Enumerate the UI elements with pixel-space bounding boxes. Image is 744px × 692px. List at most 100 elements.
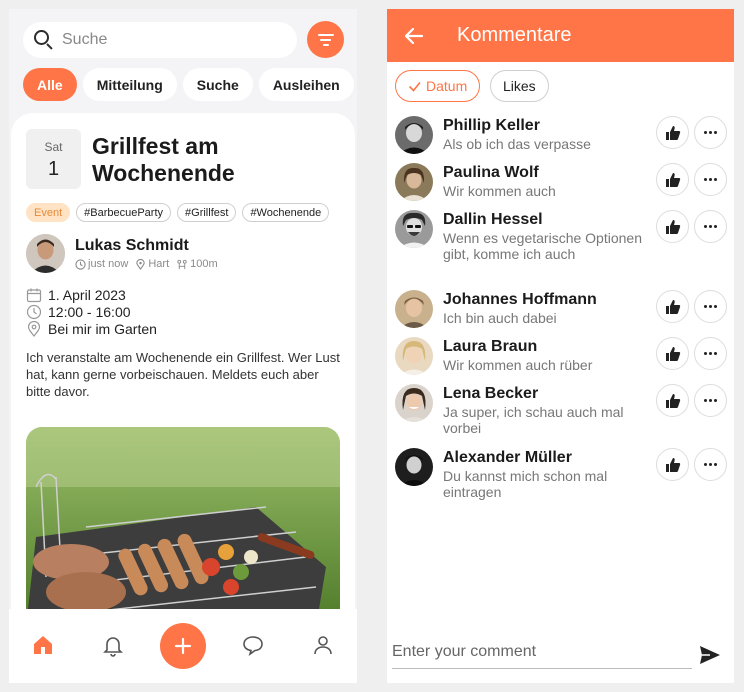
comment-text: Wenn es vegetarische Optionen gibt, komm… bbox=[443, 230, 642, 262]
home-icon[interactable] bbox=[31, 633, 55, 657]
chat-icon[interactable] bbox=[241, 633, 265, 657]
comment-input[interactable]: Enter your comment bbox=[392, 643, 692, 669]
commenter-avatar[interactable] bbox=[395, 210, 433, 248]
more-options-button[interactable] bbox=[694, 290, 727, 323]
more-options-button[interactable] bbox=[694, 384, 727, 417]
event-time-row: 12:00 - 16:00 bbox=[26, 304, 131, 320]
chip-mitteilung[interactable]: Mitteilung bbox=[82, 68, 177, 101]
date-day: Sat bbox=[44, 140, 63, 154]
commenter-name[interactable]: Dallin Hessel bbox=[443, 211, 543, 229]
comment-text: Du kannst mich schon mal eintragen bbox=[443, 468, 608, 500]
bottom-navigation bbox=[9, 609, 357, 683]
location-pin-icon bbox=[136, 258, 146, 270]
comments-header: Kommentare bbox=[387, 9, 734, 62]
tag-barbecueparty[interactable]: #BarbecueParty bbox=[76, 203, 172, 222]
like-button[interactable] bbox=[656, 163, 689, 196]
event-description: Ich veranstalte am Wochenende ein Grillf… bbox=[26, 350, 340, 399]
chip-suche[interactable]: Suche bbox=[182, 68, 253, 101]
post-location: Hart bbox=[148, 258, 170, 270]
commenter-name[interactable]: Phillip Keller bbox=[443, 117, 540, 135]
more-options-button[interactable] bbox=[694, 210, 727, 243]
commenter-name[interactable]: Alexander Müller bbox=[443, 449, 572, 467]
author-meta: just now Hart 100m bbox=[75, 258, 218, 270]
tag-list: Event #BarbecueParty #Grillfest #Wochene… bbox=[26, 203, 340, 222]
filter-button[interactable] bbox=[307, 21, 344, 58]
check-icon bbox=[409, 81, 421, 92]
tag-grillfest[interactable]: #Grillfest bbox=[177, 203, 237, 222]
post-time: just now bbox=[88, 258, 129, 270]
more-options-button[interactable] bbox=[694, 448, 727, 481]
comment-text: Als ob ich das verpasse bbox=[443, 136, 591, 152]
search-input[interactable]: Suche bbox=[62, 31, 107, 49]
event-time: 12:00 - 16:00 bbox=[48, 304, 131, 320]
date-number: 1 bbox=[47, 158, 60, 180]
like-button[interactable] bbox=[656, 290, 689, 323]
event-date-row: 1. April 2023 bbox=[26, 287, 126, 303]
more-options-button[interactable] bbox=[694, 163, 727, 196]
commenter-avatar[interactable] bbox=[395, 448, 433, 486]
filter-icon bbox=[317, 33, 334, 36]
comment-text: Wir kommen auch rüber bbox=[443, 357, 593, 373]
commenter-avatar[interactable] bbox=[395, 290, 433, 328]
search-icon bbox=[33, 29, 55, 51]
more-dots-icon bbox=[704, 305, 717, 308]
more-dots-icon bbox=[704, 463, 717, 466]
event-place: Bei mir im Garten bbox=[48, 321, 157, 337]
profile-icon[interactable] bbox=[311, 633, 335, 657]
like-button[interactable] bbox=[656, 116, 689, 149]
chip-ausleihen[interactable]: Ausleihen bbox=[258, 68, 354, 101]
commenter-name[interactable]: Paulina Wolf bbox=[443, 164, 539, 182]
screenshot-canvas: Suche Alle Mitteilung Suche Ausleihen Sa… bbox=[0, 0, 744, 692]
sort-datum-chip[interactable]: Datum bbox=[395, 70, 481, 102]
more-dots-icon bbox=[704, 131, 717, 134]
send-icon[interactable] bbox=[698, 643, 722, 667]
distance-icon bbox=[177, 259, 187, 269]
author-avatar[interactable] bbox=[26, 234, 65, 273]
category-chips: Alle Mitteilung Suche Ausleihen bbox=[23, 68, 357, 101]
calendar-icon bbox=[26, 288, 42, 303]
like-button[interactable] bbox=[656, 384, 689, 417]
location-pin-icon bbox=[27, 321, 41, 337]
commenter-name[interactable]: Lena Becker bbox=[443, 385, 538, 403]
sort-likes-chip[interactable]: Likes bbox=[490, 70, 549, 102]
sort-datum-label: Datum bbox=[426, 78, 468, 94]
tag-event[interactable]: Event bbox=[26, 203, 71, 222]
add-button[interactable] bbox=[160, 623, 206, 669]
commenter-avatar[interactable] bbox=[395, 337, 433, 375]
thumbs-up-icon bbox=[665, 393, 680, 408]
sort-likes-label: Likes bbox=[503, 78, 536, 94]
post-distance: 100m bbox=[190, 258, 218, 270]
commenter-avatar[interactable] bbox=[395, 384, 433, 422]
tag-wochenende[interactable]: #Wochenende bbox=[242, 203, 330, 222]
more-dots-icon bbox=[704, 225, 717, 228]
search-bar[interactable]: Suche bbox=[23, 22, 297, 58]
bell-icon[interactable] bbox=[101, 633, 125, 657]
more-options-button[interactable] bbox=[694, 116, 727, 149]
back-arrow-icon[interactable] bbox=[403, 25, 425, 47]
comment-text: Ich bin auch dabei bbox=[443, 310, 557, 326]
commenter-name[interactable]: Johannes Hoffmann bbox=[443, 291, 597, 309]
event-card[interactable]: Sat 1 Grillfest am Wochenende Event #Bar… bbox=[11, 113, 355, 633]
thumbs-up-icon bbox=[665, 457, 680, 472]
thumbs-up-icon bbox=[665, 219, 680, 234]
chip-alle[interactable]: Alle bbox=[23, 68, 77, 101]
like-button[interactable] bbox=[656, 337, 689, 370]
like-button[interactable] bbox=[656, 448, 689, 481]
more-options-button[interactable] bbox=[694, 337, 727, 370]
thumbs-up-icon bbox=[665, 172, 680, 187]
more-dots-icon bbox=[704, 178, 717, 181]
thumbs-up-icon bbox=[665, 125, 680, 140]
commenter-avatar[interactable] bbox=[395, 163, 433, 201]
commenter-avatar[interactable] bbox=[395, 116, 433, 154]
commenter-name[interactable]: Laura Braun bbox=[443, 338, 537, 356]
comments-screen: Kommentare Datum Likes Phillip Keller Al… bbox=[387, 9, 734, 683]
event-date: 1. April 2023 bbox=[48, 287, 126, 303]
author-name[interactable]: Lukas Schmidt bbox=[75, 237, 189, 255]
comment-text: Ja super, ich schau auch mal vorbei bbox=[443, 404, 624, 436]
date-badge: Sat 1 bbox=[26, 129, 81, 189]
more-dots-icon bbox=[704, 352, 717, 355]
clock-icon bbox=[26, 304, 42, 320]
like-button[interactable] bbox=[656, 210, 689, 243]
event-image[interactable] bbox=[26, 427, 340, 627]
thumbs-up-icon bbox=[665, 346, 680, 361]
